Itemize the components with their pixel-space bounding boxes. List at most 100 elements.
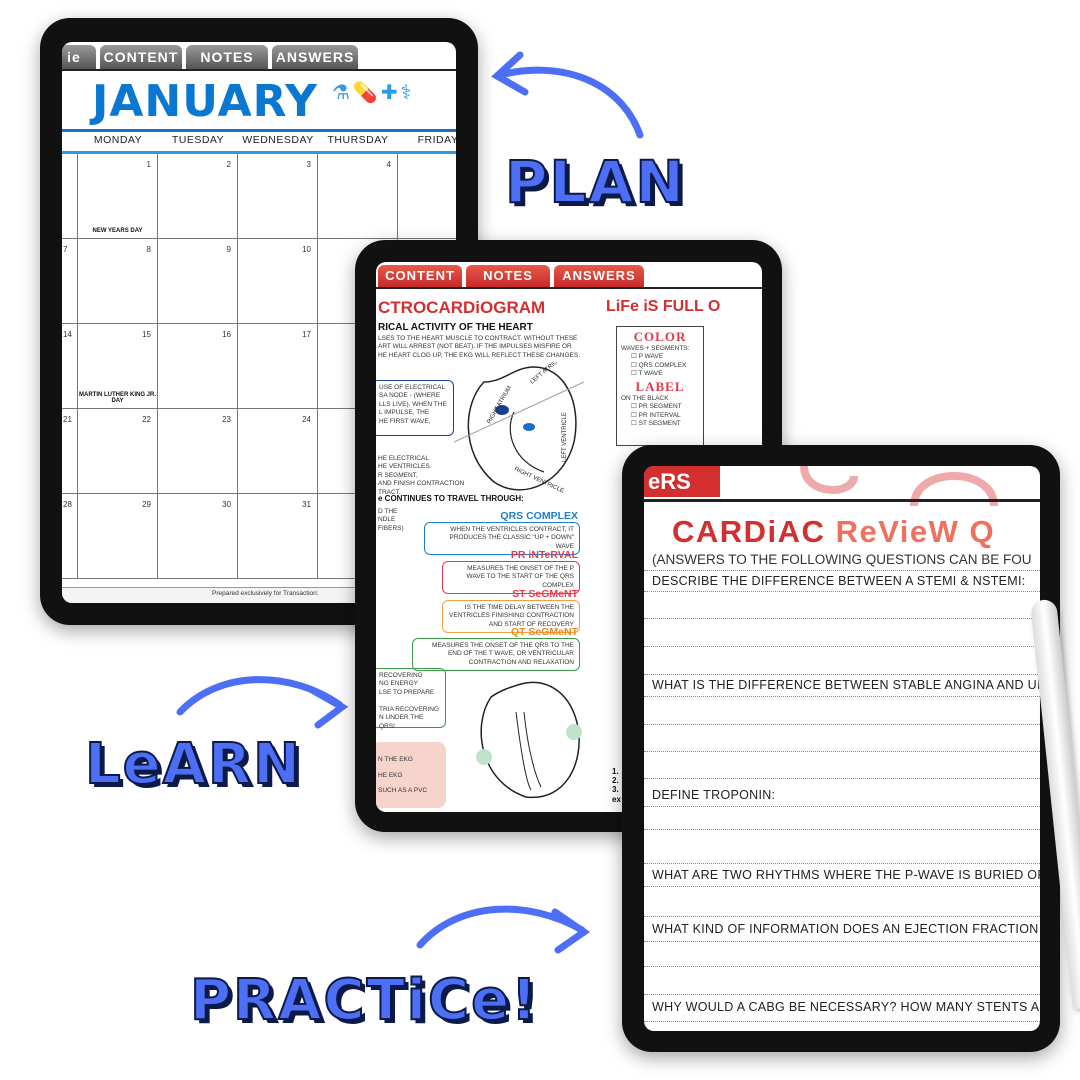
- day-header: FRIDAY: [417, 134, 456, 146]
- date-number: 22: [142, 415, 151, 424]
- tab-answers[interactable]: ANSWERS: [272, 45, 358, 69]
- tab-notes[interactable]: NOTES: [466, 265, 550, 287]
- quiz-screen: eRS CARDiAC ReVieW Q (ANSWERS TO THE FOL…: [644, 466, 1040, 1031]
- bundle-text: D THE NDLE FIBERS): [378, 508, 404, 532]
- calendar-cell[interactable]: 29: [78, 494, 158, 579]
- right-title: LiFe iS FULL O: [606, 298, 721, 315]
- calendar-cell[interactable]: 14: [62, 324, 78, 409]
- travel-heading: e CONTINUES TO TRAVEL THROUGH:: [378, 494, 524, 503]
- color-heading: COLOR: [633, 329, 687, 344]
- pr-heading: PR iNTeRVAL: [510, 549, 578, 561]
- quiz-title: CARDiAC ReVieW Q: [672, 514, 996, 549]
- tablet-quiz: eRS CARDiAC ReVieW Q (ANSWERS TO THE FOL…: [622, 445, 1060, 1052]
- checkbox-p-wave[interactable]: ☐ P WAVE: [621, 353, 699, 361]
- quiz-question: WHAT KIND OF INFORMATION DOES AN EJECTIO…: [652, 922, 1039, 936]
- answer-line[interactable]: [644, 570, 1040, 571]
- calendar-cell[interactable]: 7: [62, 239, 78, 324]
- answer-line[interactable]: [644, 863, 1040, 864]
- calendar-cell[interactable]: 1 NEW YEARS DAY: [78, 154, 158, 239]
- calendar-cell[interactable]: [62, 154, 78, 239]
- answer-line[interactable]: [644, 916, 1040, 917]
- day-header: WEDNESDAY: [242, 134, 314, 146]
- sa-node-box: USE OF ELECTRICAL SA NODE - (WHERE LLS LIV…: [376, 380, 454, 436]
- date-number: 2: [226, 160, 231, 169]
- list-numbers: 1. 2. 3. ex: [612, 767, 621, 804]
- arrow-to-learn-head-icon: [308, 686, 349, 729]
- calendar-cell[interactable]: 21: [62, 409, 78, 494]
- calendar-cell[interactable]: 23: [158, 409, 238, 494]
- label-heading: LABEL: [635, 378, 685, 394]
- day-header: THURSDAY: [327, 134, 389, 146]
- tab-answers[interactable]: ANSWERS: [554, 265, 644, 287]
- calendar-cell[interactable]: 22: [78, 409, 158, 494]
- calendar-cell[interactable]: [398, 154, 456, 239]
- calendar-cell[interactable]: 31: [238, 494, 318, 579]
- answer-line[interactable]: [644, 778, 1040, 779]
- qrs-heading: QRS COMPLEX: [500, 510, 578, 522]
- checkbox-pr-segment[interactable]: ☐ PR SEGMENT: [621, 403, 699, 411]
- tab-content[interactable]: CONTENT: [378, 265, 462, 287]
- date-number: 21: [63, 415, 72, 424]
- calendar-cell[interactable]: 9: [158, 239, 238, 324]
- tab-answers[interactable]: eRS: [644, 466, 720, 497]
- calendar-cell[interactable]: 30: [158, 494, 238, 579]
- answer-line[interactable]: [644, 886, 1040, 887]
- calendar-cell[interactable]: 8: [78, 239, 158, 324]
- answer-line[interactable]: [644, 806, 1040, 807]
- answer-line[interactable]: [644, 618, 1040, 619]
- answer-line[interactable]: [644, 696, 1040, 697]
- answer-line[interactable]: [644, 966, 1040, 967]
- calendar-cell[interactable]: 10: [238, 239, 318, 324]
- quiz-subtitle: (ANSWERS TO THE FOLLOWING QUESTIONS CAN …: [652, 552, 1032, 567]
- st-heading: ST SeGMeNT: [512, 588, 578, 600]
- tab-content[interactable]: CONTENT: [100, 45, 182, 69]
- date-number: 17: [302, 330, 311, 339]
- answer-line[interactable]: [644, 674, 1040, 675]
- arrow-to-plan-icon: [496, 66, 644, 139]
- checkbox-st-segment[interactable]: ☐ ST SEGMENT: [621, 420, 699, 428]
- quiz-question: WHY WOULD A CABG BE NECESSARY? HOW MANY …: [652, 1000, 1040, 1014]
- calendar-cell[interactable]: 17: [238, 324, 318, 409]
- pink-box: N THE EKG HE EKG SUCH AS A PVC: [376, 742, 446, 808]
- answer-line[interactable]: [644, 751, 1040, 752]
- calendar-cell[interactable]: 3: [238, 154, 318, 239]
- calendar-cell[interactable]: 28: [62, 494, 78, 579]
- date-number: 9: [226, 245, 231, 254]
- answer-line[interactable]: [644, 941, 1040, 942]
- answer-line[interactable]: [644, 1021, 1040, 1022]
- quiz-question: WHAT IS THE DIFFERENCE BETWEEN STABLE AN…: [652, 678, 1040, 692]
- answer-line[interactable]: [644, 724, 1040, 725]
- ekg-title: CTROCARDiOGRAM: [378, 298, 546, 317]
- checkbox-pr-interval[interactable]: ☐ PR INTERVAL: [621, 412, 699, 420]
- tab-notes[interactable]: NOTES: [186, 45, 268, 69]
- date-number: 29: [142, 500, 151, 509]
- holiday-label: NEW YEARS DAY: [92, 228, 143, 234]
- day-header: TUESDAY: [171, 134, 225, 146]
- calendar-cell[interactable]: 16: [158, 324, 238, 409]
- answer-line[interactable]: [644, 994, 1040, 995]
- date-number: 31: [302, 500, 311, 509]
- date-number: 30: [222, 500, 231, 509]
- answer-line[interactable]: [644, 646, 1040, 647]
- answer-line[interactable]: [644, 829, 1040, 830]
- medical-doodles-icon: ⚗💊✚⚕: [332, 82, 415, 104]
- holiday-label: MARTIN LUTHER KING JR. DAY: [79, 392, 156, 404]
- ekg-intro: LSES TO THE HEART MUSCLE TO CONTRACT. WI…: [378, 335, 581, 359]
- label-sub: ON THE BLACK: [621, 394, 669, 402]
- date-number: 1: [146, 160, 151, 169]
- date-number: 4: [386, 160, 391, 169]
- heart-label-left-ventricle: LEFT VENTRICLE: [562, 412, 568, 462]
- date-number: 23: [222, 415, 231, 424]
- color-label-box: COLOR WAVES + SEGMENTS: ☐ P WAVE ☐ QRS C…: [616, 326, 704, 446]
- tab-home[interactable]: ie: [62, 45, 96, 69]
- heart-diagram-icon: LEFT ATRIUM RIGHT ATRIUM LEFT VENTRICLE …: [454, 362, 584, 495]
- calendar-cell[interactable]: 2: [158, 154, 238, 239]
- date-number: 7: [63, 245, 68, 254]
- calendar-cell[interactable]: 15 MARTIN LUTHER KING JR. DAY: [78, 324, 158, 409]
- calendar-cell[interactable]: 4: [318, 154, 398, 239]
- checkbox-t-wave[interactable]: ☐ T WAVE: [621, 370, 699, 378]
- answer-line[interactable]: [644, 591, 1040, 592]
- footer-text: Prepared exclusively for Transaction:: [212, 590, 319, 597]
- quiz-question: WHAT ARE TWO RHYTHMS WHERE THE P-WAVE IS…: [652, 868, 1040, 882]
- calendar-cell[interactable]: 24: [238, 409, 318, 494]
